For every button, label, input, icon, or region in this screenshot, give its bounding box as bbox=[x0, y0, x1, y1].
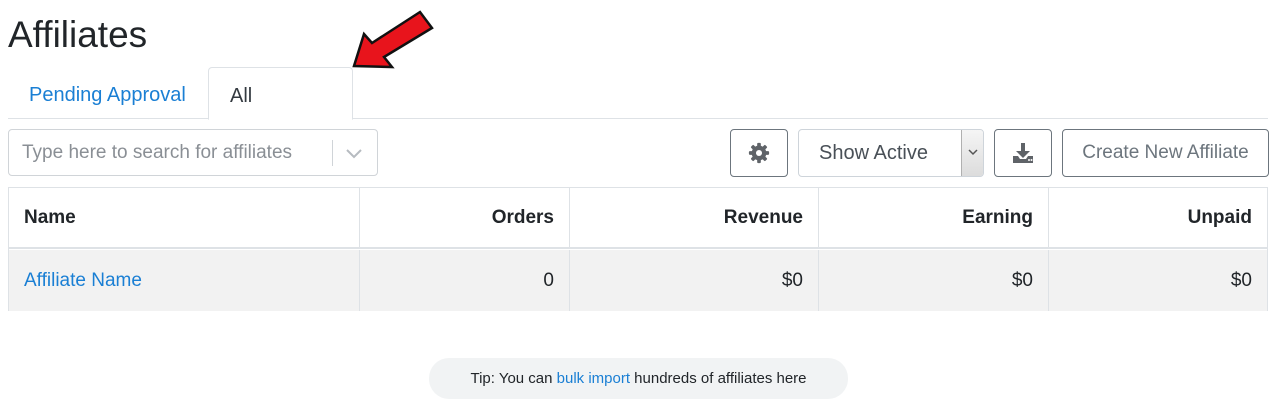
settings-button[interactable] bbox=[730, 129, 788, 177]
page-title: Affiliates bbox=[8, 14, 148, 55]
chevron-down-icon[interactable] bbox=[343, 143, 365, 163]
tip-suffix: hundreds of affiliates here bbox=[630, 370, 807, 387]
download-button[interactable] bbox=[994, 129, 1052, 177]
column-header-name[interactable]: Name bbox=[9, 188, 360, 247]
search-input[interactable] bbox=[9, 130, 331, 175]
status-filter-select[interactable]: Show Active bbox=[798, 129, 984, 177]
search-separator bbox=[332, 140, 333, 166]
revenue-cell: $0 bbox=[570, 250, 819, 311]
affiliates-table: Name Orders Revenue Earning Unpaid Affil… bbox=[8, 187, 1268, 311]
tab-pending-approval[interactable]: Pending Approval bbox=[8, 67, 208, 119]
bulk-import-link[interactable]: bulk import bbox=[557, 370, 630, 387]
tip-prefix: Tip: You can bbox=[470, 370, 557, 387]
search-box[interactable] bbox=[8, 129, 378, 176]
create-affiliate-button[interactable]: Create New Affiliate bbox=[1062, 129, 1269, 177]
tip-banner: Tip: You can bulk import hundreds of aff… bbox=[429, 358, 848, 399]
table-row: Affiliate Name 0 $0 $0 $0 bbox=[9, 250, 1267, 311]
gear-icon bbox=[748, 142, 770, 164]
chevron-down-icon bbox=[968, 149, 978, 156]
table-header-row: Name Orders Revenue Earning Unpaid bbox=[9, 188, 1267, 249]
status-filter-value: Show Active bbox=[819, 142, 928, 164]
tab-all-affiliates[interactable]: All Affiliates bbox=[208, 67, 353, 163]
affiliate-name-link[interactable]: Affiliate Name bbox=[24, 270, 142, 292]
column-header-unpaid[interactable]: Unpaid bbox=[1049, 188, 1267, 247]
earning-cell: $0 bbox=[819, 250, 1049, 311]
column-header-revenue[interactable]: Revenue bbox=[570, 188, 819, 247]
affiliate-name-cell: Affiliate Name bbox=[9, 250, 360, 311]
orders-cell: 0 bbox=[360, 250, 570, 311]
download-icon bbox=[1013, 143, 1033, 163]
select-arrow[interactable] bbox=[961, 130, 983, 176]
column-header-earning[interactable]: Earning bbox=[819, 188, 1049, 247]
tab-bar: Pending Approval All Affiliates bbox=[8, 67, 1268, 163]
column-header-orders[interactable]: Orders bbox=[360, 188, 570, 247]
annotation-arrow-icon bbox=[352, 10, 434, 69]
unpaid-cell: $0 bbox=[1230, 269, 1252, 291]
